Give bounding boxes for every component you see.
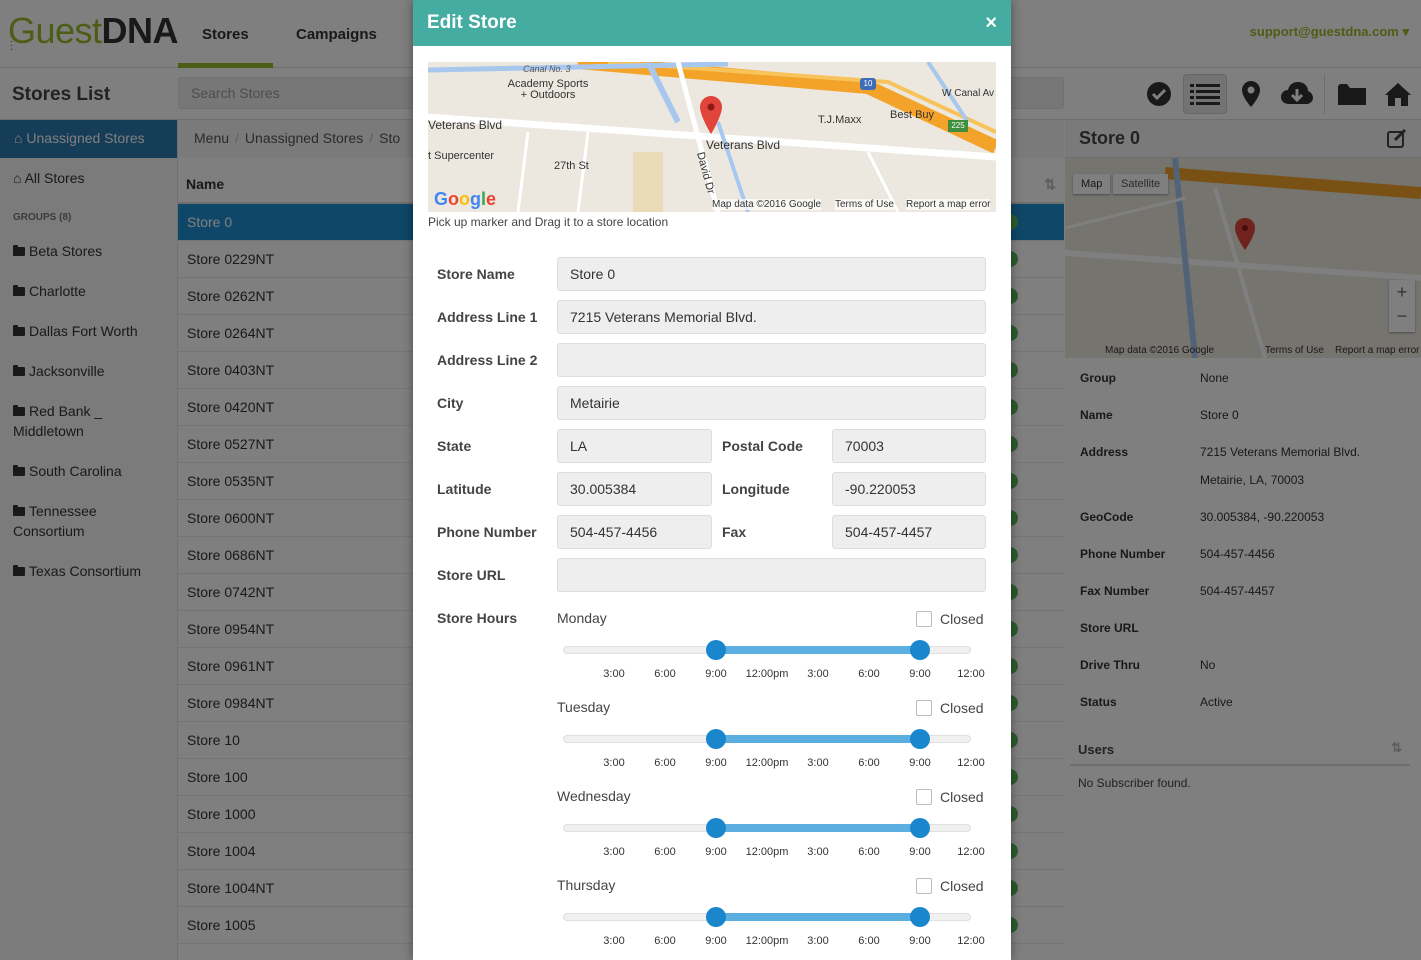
longitude-input[interactable]: -90.220053 [832, 472, 986, 506]
slider-tick-label: 12:00 [957, 668, 985, 680]
slider-tick-label: 9:00 [705, 846, 727, 858]
slider-tick-label: 12:00pm [745, 668, 789, 680]
store-url-label: Store URL [437, 567, 506, 583]
slider-tick-label: 9:00 [909, 757, 931, 769]
map-marker-icon[interactable] [700, 96, 722, 137]
checkbox-icon[interactable] [916, 700, 932, 716]
city-input[interactable]: Metairie [557, 386, 986, 420]
slider-tick-label: 9:00 [909, 935, 931, 947]
open-time-handle[interactable] [706, 729, 726, 749]
slider-tick-label: 9:00 [909, 668, 931, 680]
open-time-handle[interactable] [706, 907, 726, 927]
slider-tick-label: 9:00 [909, 846, 931, 858]
slider-tick-label: 12:00pm [745, 935, 789, 947]
slider-tick-label: 3:00 [603, 668, 625, 680]
slider-range [716, 735, 920, 743]
slider-tick-label: 12:00 [957, 757, 985, 769]
slider-range [716, 913, 920, 921]
slider-tick-label: 9:00 [705, 668, 727, 680]
slider-tick-label: 6:00 [858, 757, 880, 769]
slider-tick-label: 6:00 [654, 935, 676, 947]
closed-checkbox[interactable]: Closed [916, 611, 984, 627]
slider-ticks: 3:00 6:00 9:00 12:00pm 3:00 6:00 9:00 12:00 [563, 846, 984, 862]
hours-slider[interactable]: 3:00 6:00 9:00 12:00pm 3:00 6:00 9:00 12:00 [563, 818, 985, 868]
slider-tick-label: 6:00 [858, 935, 880, 947]
close-icon[interactable]: × [985, 12, 997, 35]
store-name-label: Store Name [437, 266, 515, 282]
slider-tick-label: 3:00 [807, 757, 829, 769]
checkbox-icon[interactable] [916, 878, 932, 894]
fax-label: Fax [722, 524, 747, 540]
slider-tick-label: 3:00 [603, 846, 625, 858]
fax-input[interactable]: 504-457-4457 [832, 515, 986, 549]
slider-tick-label: 6:00 [858, 668, 880, 680]
close-time-handle[interactable] [910, 818, 930, 838]
slider-range [716, 824, 920, 832]
slider-tick-label: 12:00pm [745, 846, 789, 858]
hours-slider[interactable]: 3:00 6:00 9:00 12:00pm 3:00 6:00 9:00 12:00 [563, 729, 985, 779]
slider-range [716, 646, 920, 654]
slider-tick-label: 3:00 [807, 935, 829, 947]
day-label-thursday: Thursday [557, 877, 616, 893]
day-label-wednesday: Wednesday [557, 788, 631, 804]
slider-ticks: 3:00 6:00 9:00 12:00pm 3:00 6:00 9:00 12:00 [563, 757, 984, 773]
state-input[interactable]: LA [557, 429, 712, 463]
google-logo: Google [434, 189, 497, 209]
latitude-label: Latitude [437, 481, 492, 497]
slider-tick-label: 3:00 [807, 846, 829, 858]
slider-tick-label: 6:00 [654, 668, 676, 680]
highway-shield: 10 [860, 78, 876, 90]
day-label-tuesday: Tuesday [557, 699, 611, 715]
slider-tick-label: 12:00 [957, 846, 985, 858]
slider-tick-label: 3:00 [603, 757, 625, 769]
latitude-input[interactable]: 30.005384 [557, 472, 712, 506]
modal-header: Edit Store × [413, 0, 1011, 46]
day-label-monday: Monday [557, 610, 607, 626]
longitude-label: Longitude [722, 481, 790, 497]
address1-label: Address Line 1 [437, 309, 538, 325]
phone-label: Phone Number [437, 524, 537, 540]
close-time-handle[interactable] [910, 907, 930, 927]
closed-checkbox[interactable]: Closed [916, 878, 984, 894]
slider-tick-label: 6:00 [858, 846, 880, 858]
slider-tick-label: 6:00 [654, 846, 676, 858]
map-hint: Pick up marker and Drag it to a store lo… [428, 215, 669, 229]
checkbox-icon[interactable] [916, 789, 932, 805]
modal-title: Edit Store [427, 12, 517, 33]
slider-tick-label: 9:00 [705, 757, 727, 769]
closed-checkbox[interactable]: Closed [916, 700, 984, 716]
close-time-handle[interactable] [910, 640, 930, 660]
postal-code-label: Postal Code [722, 438, 803, 454]
store-hours-label: Store Hours [437, 610, 518, 626]
address2-input[interactable] [557, 343, 986, 377]
closed-checkbox[interactable]: Closed [916, 789, 984, 805]
checkbox-icon[interactable] [916, 611, 932, 627]
postal-code-input[interactable]: 70003 [832, 429, 986, 463]
address2-label: Address Line 2 [437, 352, 538, 368]
slider-ticks: 3:00 6:00 9:00 12:00pm 3:00 6:00 9:00 12:00 [563, 668, 984, 684]
slider-tick-label: 9:00 [705, 935, 727, 947]
open-time-handle[interactable] [706, 818, 726, 838]
hours-slider[interactable]: 3:00 6:00 9:00 12:00pm 3:00 6:00 9:00 12:00 [563, 907, 985, 957]
slider-ticks: 3:00 6:00 9:00 12:00pm 3:00 6:00 9:00 12:00 [563, 935, 984, 951]
store-name-input[interactable]: Store 0 [557, 257, 986, 291]
close-time-handle[interactable] [910, 729, 930, 749]
state-label: State [437, 438, 472, 454]
slider-tick-label: 3:00 [807, 668, 829, 680]
open-time-handle[interactable] [706, 640, 726, 660]
phone-input[interactable]: 504-457-4456 [557, 515, 712, 549]
edit-store-modal: Edit Store × Canal No. 3 Academy Sports … [413, 0, 1011, 960]
city-label: City [437, 395, 464, 411]
slider-tick-label: 12:00pm [745, 757, 789, 769]
address1-input[interactable]: 7215 Veterans Memorial Blvd. [557, 300, 986, 334]
store-location-map[interactable]: Canal No. 3 Academy Sports + Outdoors Ve… [428, 62, 996, 212]
slider-tick-label: 6:00 [654, 757, 676, 769]
store-url-input[interactable] [557, 558, 986, 592]
slider-tick-label: 12:00 [957, 935, 985, 947]
hours-slider[interactable]: 3:00 6:00 9:00 12:00pm 3:00 6:00 9:00 12:00 [563, 640, 985, 690]
slider-tick-label: 3:00 [603, 935, 625, 947]
highway-shield: 225 [948, 120, 968, 132]
